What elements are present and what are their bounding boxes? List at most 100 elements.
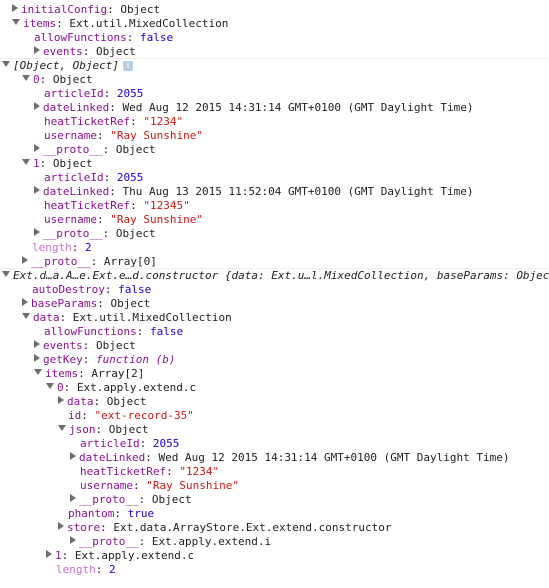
expanded-triangle-icon[interactable]: [22, 75, 30, 81]
key-separator: :: [96, 129, 111, 142]
collapsed-triangle-icon[interactable]: [58, 522, 64, 530]
tree-row[interactable]: __proto__: Ext.apply.extend.i: [0, 535, 549, 549]
expanded-triangle-icon[interactable]: [22, 159, 30, 165]
collapsed-triangle-icon[interactable]: [70, 452, 76, 460]
key-separator: :: [138, 535, 152, 548]
key-separator: :: [126, 31, 140, 44]
expanded-triangle-icon[interactable]: [2, 271, 10, 277]
collapsed-triangle-icon[interactable]: [22, 256, 28, 264]
property-key: 0: [57, 381, 64, 394]
property-value: Ext.d…a.A…e.Ext.e…d.constructor {data: E…: [13, 269, 549, 282]
property-key: autoDestroy: [32, 283, 105, 296]
property-value: 2055: [116, 87, 144, 100]
tree-row[interactable]: items: Ext.util.MixedCollection: [0, 17, 549, 31]
collapsed-triangle-icon[interactable]: [34, 228, 40, 236]
key-separator: :: [78, 367, 92, 380]
expanded-triangle-icon[interactable]: [2, 61, 10, 67]
property-key: items: [45, 367, 79, 380]
key-separator: :: [71, 241, 85, 254]
collapsed-triangle-icon[interactable]: [22, 298, 28, 306]
tree-row[interactable]: __proto__: Object: [0, 493, 549, 507]
collapsed-triangle-icon[interactable]: [70, 536, 76, 544]
info-icon[interactable]: i: [122, 61, 133, 71]
tree-row[interactable]: data: Ext.util.MixedCollection: [0, 311, 549, 325]
collapsed-triangle-icon[interactable]: [34, 102, 40, 110]
property-key: 1: [55, 549, 62, 562]
tree-row: articleId: 2055: [0, 87, 549, 101]
property-key: username: [44, 213, 97, 226]
tree-row[interactable]: __proto__: Array[0]: [0, 255, 549, 269]
tree-row[interactable]: __proto__: Object: [0, 143, 549, 157]
collapsed-triangle-icon[interactable]: [70, 494, 76, 502]
property-key: data: [33, 311, 60, 324]
property-value: Object: [120, 3, 161, 16]
tree-row[interactable]: initialConfig: Object: [0, 3, 549, 17]
expanded-triangle-icon[interactable]: [22, 313, 30, 319]
property-key: dateLinked: [79, 451, 146, 464]
collapsed-triangle-icon[interactable]: [46, 550, 52, 558]
property-key: username: [80, 479, 133, 492]
tree-row[interactable]: 1: Object: [0, 157, 549, 171]
tree-row[interactable]: 1: Ext.apply.extend.c: [0, 549, 549, 563]
property-key: length: [56, 563, 96, 576]
key-separator: :: [102, 143, 116, 156]
tree-row: username: "Ray Sunshine": [0, 213, 549, 227]
key-separator: :: [56, 17, 70, 30]
key-separator: :: [93, 395, 107, 408]
property-key: items: [23, 17, 57, 30]
tree-row: username: "Ray Sunshine": [0, 129, 549, 143]
property-value: 2: [85, 241, 92, 254]
collapsed-triangle-icon[interactable]: [34, 340, 40, 348]
key-separator: :: [136, 325, 150, 338]
tree-row[interactable]: getKey: function (b): [0, 353, 549, 367]
tree-row[interactable]: items: Array[2]: [0, 367, 549, 381]
tree-row[interactable]: [Object, Object] i: [0, 59, 549, 73]
property-value: Ext.data.ArrayStore.Ext.extend.construct…: [113, 521, 392, 534]
property-value: false: [149, 325, 184, 338]
key-separator: :: [145, 451, 159, 464]
tree-row[interactable]: 0: Ext.apply.extend.c: [0, 381, 549, 395]
tree-row[interactable]: events: Object: [0, 45, 549, 59]
collapsed-triangle-icon[interactable]: [12, 4, 18, 12]
tree-row[interactable]: baseParams: Object: [0, 297, 549, 311]
key-separator: :: [95, 563, 109, 576]
tree-row[interactable]: dateLinked: Thu Aug 13 2015 11:52:04 GMT…: [0, 185, 549, 199]
key-separator: :: [139, 437, 153, 450]
property-value: 2055: [116, 171, 144, 184]
tree-row[interactable]: __proto__: Object: [0, 227, 549, 241]
tree-row: allowFunctions: false: [0, 325, 549, 339]
property-key: store: [67, 521, 101, 534]
collapsed-triangle-icon[interactable]: [34, 46, 40, 54]
collapsed-triangle-icon[interactable]: [58, 396, 64, 404]
property-value: false: [118, 283, 152, 296]
tree-row[interactable]: dateLinked: Wed Aug 12 2015 14:31:14 GMT…: [0, 451, 549, 465]
expanded-triangle-icon[interactable]: [46, 383, 54, 389]
property-value: false: [139, 31, 174, 44]
tree-row[interactable]: store: Ext.data.ArrayStore.Ext.extend.co…: [0, 521, 549, 535]
key-separator: :: [132, 479, 147, 492]
tree-row[interactable]: data: Object: [0, 395, 549, 409]
collapsed-triangle-icon[interactable]: [34, 354, 40, 362]
tree-row[interactable]: json: Object: [0, 423, 549, 437]
tree-row[interactable]: dateLinked: Wed Aug 12 2015 14:31:14 GMT…: [0, 101, 549, 115]
property-key: baseParams: [31, 297, 98, 310]
property-key: username: [44, 129, 97, 142]
property-value: Array[0]: [103, 255, 157, 268]
key-separator: :: [100, 521, 114, 534]
collapsed-triangle-icon[interactable]: [34, 144, 40, 152]
expanded-triangle-icon[interactable]: [12, 19, 20, 25]
property-key: allowFunctions: [34, 31, 127, 44]
tree-row[interactable]: 0: Object: [0, 73, 549, 87]
tree-row[interactable]: Ext.d…a.A…e.Ext.e…d.constructor {data: E…: [0, 269, 549, 283]
tree-row: autoDestroy: false: [0, 283, 549, 297]
key-separator: :: [166, 465, 180, 478]
property-value: Ext.util.MixedCollection: [69, 17, 229, 30]
property-key: __proto__: [79, 493, 139, 506]
key-separator: :: [82, 45, 96, 58]
property-key: 0: [33, 73, 40, 86]
expanded-triangle-icon[interactable]: [34, 369, 42, 375]
collapsed-triangle-icon[interactable]: [34, 186, 40, 194]
expanded-triangle-icon[interactable]: [58, 425, 66, 431]
property-key: __proto__: [79, 535, 139, 548]
tree-row[interactable]: events: Object: [0, 339, 549, 353]
